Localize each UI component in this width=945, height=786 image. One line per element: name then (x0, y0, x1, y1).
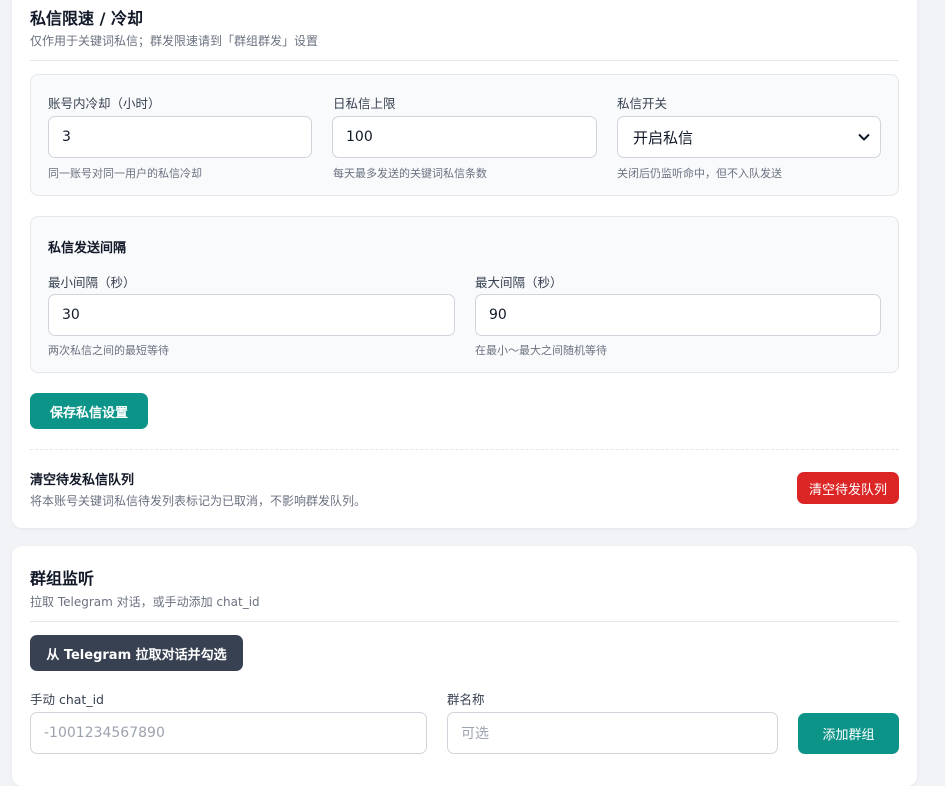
group-name-input[interactable]: 可选 (447, 712, 778, 754)
max-interval-label: 最大间隔（秒） (475, 275, 563, 290)
dm-switch-value: 开启私信 (633, 128, 694, 147)
add-group-button[interactable]: 添加群组 (798, 713, 899, 754)
daily-limit-label: 日私信上限 (333, 96, 396, 111)
fetch-telegram-dialogs-button[interactable]: 从 Telegram 拉取对话并勾选 (30, 635, 243, 671)
chat-id-label: 手动 chat_id (30, 692, 104, 707)
max-interval-input[interactable]: 90 (475, 294, 881, 336)
dm-interval-panel: 私信发送间隔 最小间隔（秒） 30 两次私信之间的最短等待 最大间隔（秒） 90… (30, 216, 899, 373)
min-interval-hint: 两次私信之间的最短等待 (48, 344, 169, 357)
clear-queue-title: 清空待发私信队列 (30, 473, 135, 488)
min-interval-input[interactable]: 30 (48, 294, 455, 336)
dm-card-title: 私信限速 / 冷却 (30, 9, 143, 28)
dm-switch-hint: 关闭后仍监听命中，但不入队发送 (617, 167, 782, 180)
clear-queue-button[interactable]: 清空待发队列 (797, 472, 899, 504)
cooldown-label: 账号内冷却（小时） (48, 96, 161, 111)
daily-limit-input[interactable]: 100 (332, 116, 597, 158)
dm-switch-select[interactable]: 开启私信 (617, 116, 881, 158)
chat-id-input[interactable]: -1001234567890 (30, 712, 427, 754)
chevron-down-icon (858, 129, 870, 145)
daily-limit-hint: 每天最多发送的关键词私信条数 (333, 167, 487, 180)
cooldown-hint: 同一账号对同一用户的私信冷却 (48, 167, 202, 180)
interval-title: 私信发送间隔 (48, 241, 127, 256)
divider (30, 621, 899, 622)
group-card-subtitle: 拉取 Telegram 对话，或手动添加 chat_id (30, 595, 260, 609)
divider (30, 449, 899, 450)
dm-settings-card: 私信限速 / 冷却 仅作用于关键词私信；群发限速请到「群组群发」设置 账号内冷却… (12, 0, 917, 528)
max-interval-hint: 在最小～最大之间随机等待 (475, 344, 607, 357)
dm-card-subtitle: 仅作用于关键词私信；群发限速请到「群组群发」设置 (30, 34, 319, 48)
group-card-title: 群组监听 (30, 569, 95, 588)
dm-switch-label: 私信开关 (617, 96, 668, 111)
clear-queue-desc: 将本账号关键词私信待发列表标记为已取消，不影响群发队列。 (30, 494, 367, 508)
divider (30, 60, 899, 61)
save-dm-settings-button[interactable]: 保存私信设置 (30, 393, 148, 429)
group-monitor-card: 群组监听 拉取 Telegram 对话，或手动添加 chat_id 从 Tele… (12, 546, 917, 786)
cooldown-input[interactable]: 3 (48, 116, 312, 158)
min-interval-label: 最小间隔（秒） (48, 275, 136, 290)
group-name-label: 群名称 (447, 692, 485, 707)
dm-limits-panel: 账号内冷却（小时） 3 同一账号对同一用户的私信冷却 日私信上限 100 每天最… (30, 74, 899, 196)
